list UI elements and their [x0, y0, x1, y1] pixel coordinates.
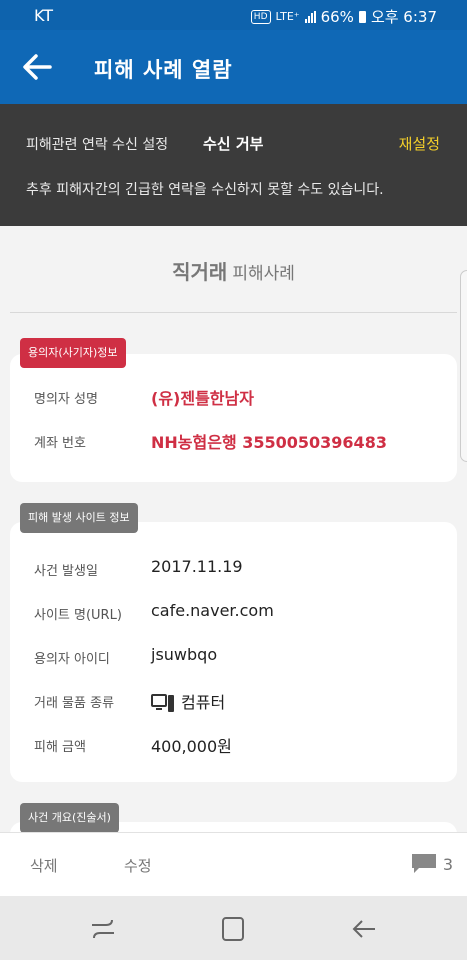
detail-key: 명의자 성명 [34, 392, 98, 407]
back-arrow-icon [352, 920, 375, 938]
summary-tag: 사건 개요(진술서) [20, 803, 119, 832]
hd-voice-icon: HD [250, 9, 271, 24]
home-button[interactable] [218, 914, 248, 944]
computer-icon [151, 693, 174, 712]
detail-key: 사건 발생일 [34, 564, 98, 579]
status-icons: HD LTE⁺ 66% 오후 6:37 [250, 6, 437, 27]
item-type-label: 컴퓨터 [181, 693, 226, 712]
case-type-title: 직거래 [172, 260, 228, 284]
comment-icon [411, 854, 436, 873]
battery-icon [358, 10, 366, 23]
incident-date-value: 2017.11.19 [151, 557, 243, 576]
page-title: 피해 사례 열람 [94, 58, 233, 82]
site-info-tag: 피해 발생 사이트 정보 [20, 503, 138, 533]
arrow-left-icon [23, 54, 52, 80]
suspect-info-card: 명의자 성명 (유)젠틀한남자 계좌 번호 NH농협은행 35500503964… [10, 354, 457, 482]
side-scroll-handle[interactable] [460, 270, 467, 462]
action-bar: 삭제 수정 3 [0, 832, 467, 897]
app-bar: 피해 사례 열람 [0, 30, 467, 104]
suspect-name-value: (유)젠틀한남자 [151, 389, 254, 408]
comment-count: 3 [442, 854, 453, 874]
edit-button[interactable]: 수정 [124, 855, 152, 876]
site-url-value: cafe.naver.com [151, 601, 274, 620]
case-heading-text: 직거래 피해사례 [172, 256, 295, 285]
case-content[interactable]: 직거래 피해사례 명의자 성명 (유)젠틀한남자 계좌 번호 NH농협은행 35… [0, 226, 467, 832]
contact-setting-panel: 피해관련 연락 수신 설정 수신 거부 재설정 추후 피해자간의 긴급한 연락을… [0, 104, 467, 226]
signal-icon [304, 10, 316, 23]
network-type-label: LTE⁺ [275, 10, 300, 23]
case-heading: 직거래 피해사례 [10, 226, 457, 313]
contact-setting-value: 수신 거부 [203, 135, 264, 153]
contact-setting-label: 피해관련 연락 수신 설정 [26, 137, 169, 153]
clock: 오후 6:37 [370, 8, 437, 26]
account-number-value: NH농협은행 3550050396483 [151, 433, 387, 452]
suspect-id-value: jsuwbqo [151, 645, 218, 664]
back-button[interactable] [20, 50, 54, 84]
suspect-info-tag: 용의자(사기자)정보 [20, 338, 126, 368]
system-nav-bar [0, 896, 467, 960]
battery-percent: 66% [320, 7, 354, 26]
detail-key: 계좌 번호 [34, 436, 86, 451]
item-type-value: 컴퓨터 [151, 689, 225, 714]
detail-key: 피해 금액 [34, 740, 86, 755]
detail-key: 용의자 아이디 [34, 652, 110, 667]
contact-setting-description: 추후 피해자간의 긴급한 연락을 수신하지 못할 수도 있습니다. [26, 182, 384, 198]
recent-apps-icon [92, 919, 114, 939]
detail-key: 사이트 명(URL) [34, 608, 122, 623]
status-bar: KT HD LTE⁺ 66% 오후 6:37 [0, 0, 467, 30]
back-nav-button[interactable] [349, 914, 379, 944]
home-icon [222, 917, 244, 941]
carrier-label: KT [34, 6, 54, 25]
damage-amount-value: 400,000원 [151, 737, 232, 756]
reset-button[interactable]: 재설정 [399, 133, 440, 154]
delete-button[interactable]: 삭제 [30, 855, 58, 876]
comments-button[interactable]: 3 [411, 853, 453, 875]
site-info-card: 사건 발생일 2017.11.19 사이트 명(URL) cafe.naver.… [10, 522, 457, 782]
case-heading-suffix: 피해사례 [232, 264, 295, 284]
recent-apps-button[interactable] [88, 914, 118, 944]
detail-key: 거래 물품 종류 [34, 696, 115, 711]
